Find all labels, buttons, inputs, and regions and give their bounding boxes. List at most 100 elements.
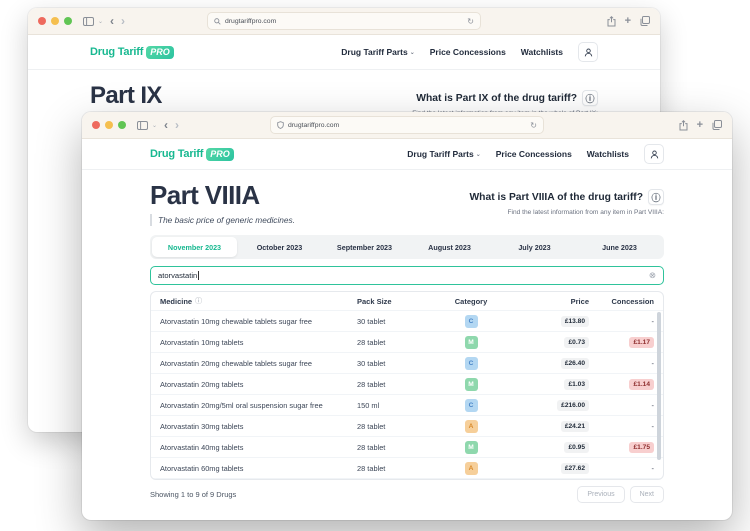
traffic-light[interactable] <box>38 17 46 25</box>
info-icon[interactable]: ⓘ <box>648 189 664 205</box>
price-cell: £216.00 <box>492 400 598 412</box>
chevron-down-icon[interactable]: ⌄ <box>98 18 103 25</box>
concession-cell: - <box>598 464 663 473</box>
traffic-light[interactable] <box>118 121 126 129</box>
user-account-button[interactable] <box>644 144 664 164</box>
concession-badge: £1.17 <box>629 337 654 349</box>
share-icon[interactable] <box>607 16 616 27</box>
table-row[interactable]: Atorvastatin 30mg tablets28 tabletA£24.2… <box>151 415 663 436</box>
forward-icon[interactable]: › <box>121 14 125 28</box>
sidebar-icon[interactable] <box>137 121 148 130</box>
url-bar[interactable]: drugtariffpro.com ↻ <box>207 12 481 30</box>
reload-icon[interactable]: ↻ <box>467 17 474 26</box>
table-header: Medicine ⓘ Pack Size Category Price Conc… <box>151 292 663 310</box>
category-cell: A <box>450 420 492 433</box>
back-icon[interactable]: ‹ <box>110 14 114 28</box>
tab-overview-icon[interactable] <box>640 16 650 26</box>
traffic-light[interactable] <box>51 17 59 25</box>
table-row[interactable]: Atorvastatin 10mg tablets28 tabletM£0.73… <box>151 331 663 352</box>
search-input[interactable]: atorvastatin ⊗ <box>150 266 664 285</box>
no-concession-dash: - <box>652 359 654 368</box>
info-icon[interactable]: ⓘ <box>582 90 598 106</box>
page-content: Part VIIIA The basic price of generic me… <box>82 170 732 503</box>
pack-size-cell: 150 ml <box>357 401 450 410</box>
chevron-down-icon[interactable]: ⌄ <box>152 122 157 129</box>
medicine-cell: Atorvastatin 10mg chewable tablets sugar… <box>151 317 357 326</box>
table-scrollbar[interactable] <box>657 312 661 460</box>
previous-button[interactable]: Previous <box>577 486 624 503</box>
category-cell: C <box>450 315 492 328</box>
info-icon[interactable]: ⓘ <box>195 296 202 306</box>
url-bar[interactable]: drugtariffpro.com ↻ <box>270 116 544 134</box>
category-cell: M <box>450 378 492 391</box>
concession-cell: £1.14 <box>598 379 663 391</box>
nav-watchlists[interactable]: Watchlists <box>587 149 629 159</box>
table-row[interactable]: Atorvastatin 60mg tablets28 tabletA£27.6… <box>151 457 663 478</box>
table-row[interactable]: Atorvastatin 20mg chewable tablets sugar… <box>151 352 663 373</box>
traffic-light[interactable] <box>92 121 100 129</box>
clear-search-icon[interactable]: ⊗ <box>649 270 656 281</box>
tab-november-2023[interactable]: November 2023 <box>152 237 237 257</box>
tab-june-2023[interactable]: June 2023 <box>577 237 662 257</box>
pack-size-cell: 28 tablet <box>357 443 450 452</box>
brand-logo[interactable]: Drug Tariff PRO <box>90 46 174 59</box>
app-navbar: Drug Tariff PRO Drug Tariff Parts ⌄ Pric… <box>28 35 660 70</box>
table-row[interactable]: Atorvastatin 80mg tablets28 tabletM£1.35… <box>151 478 663 480</box>
nav-drug-tariff-parts[interactable]: Drug Tariff Parts ⌄ <box>341 47 414 57</box>
pack-size-cell: 28 tablet <box>357 380 450 389</box>
price-badge: £27.62 <box>561 463 589 475</box>
text-caret <box>198 271 199 280</box>
traffic-lights[interactable] <box>38 17 72 25</box>
traffic-light[interactable] <box>64 17 72 25</box>
price-cell: £13.80 <box>492 316 598 328</box>
no-concession-dash: - <box>652 317 654 326</box>
share-icon[interactable] <box>679 120 688 131</box>
header-medicine: Medicine <box>160 297 192 306</box>
tab-october-2023[interactable]: October 2023 <box>237 237 322 257</box>
back-icon[interactable]: ‹ <box>164 118 168 132</box>
table-row[interactable]: Atorvastatin 10mg chewable tablets sugar… <box>151 310 663 331</box>
new-tab-icon[interactable]: + <box>697 119 703 131</box>
concession-cell: £1.75 <box>598 442 663 454</box>
nav-watchlists[interactable]: Watchlists <box>521 47 563 57</box>
price-cell: £0.73 <box>492 337 598 349</box>
browser-window-part-viiia: ⌄ ‹ › drugtariffpro.com ↻ + Drug Tariff … <box>82 112 732 520</box>
table-row[interactable]: Atorvastatin 20mg tablets28 tabletM£1.03… <box>151 373 663 394</box>
month-tabbar: November 2023October 2023September 2023A… <box>150 235 664 259</box>
traffic-light[interactable] <box>105 121 113 129</box>
category-badge: M <box>465 378 478 391</box>
category-cell: A <box>450 462 492 475</box>
table-row[interactable]: Atorvastatin 20mg/5ml oral suspension su… <box>151 394 663 415</box>
price-badge: £0.73 <box>564 337 589 349</box>
tab-august-2023[interactable]: August 2023 <box>407 237 492 257</box>
search-icon <box>214 18 221 25</box>
next-button[interactable]: Next <box>630 486 664 503</box>
category-badge: C <box>465 315 478 328</box>
reload-icon[interactable]: ↻ <box>530 121 537 130</box>
nav-price-concessions[interactable]: Price Concessions <box>430 47 506 57</box>
concession-cell: - <box>598 422 663 431</box>
table-row[interactable]: Atorvastatin 40mg tablets28 tabletM£0.95… <box>151 436 663 457</box>
pack-size-cell: 28 tablet <box>357 464 450 473</box>
price-badge: £216.00 <box>557 400 589 412</box>
medicines-table: Medicine ⓘ Pack Size Category Price Conc… <box>150 291 664 480</box>
forward-icon[interactable]: › <box>175 118 179 132</box>
nav-drug-tariff-parts[interactable]: Drug Tariff Parts ⌄ <box>407 149 480 159</box>
page-title: Part IX <box>90 83 356 108</box>
traffic-lights[interactable] <box>92 121 126 129</box>
new-tab-icon[interactable]: + <box>625 15 631 27</box>
tab-september-2023[interactable]: September 2023 <box>322 237 407 257</box>
tab-overview-icon[interactable] <box>712 120 722 130</box>
price-badge: £0.95 <box>564 442 589 454</box>
sidebar-icon[interactable] <box>83 17 94 26</box>
table-footer: Showing 1 to 9 of 9 Drugs Previous Next <box>150 486 664 503</box>
brand-logo[interactable]: Drug Tariff PRO <box>150 148 234 161</box>
user-account-button[interactable] <box>578 42 598 62</box>
category-cell: M <box>450 336 492 349</box>
url-text: drugtariffpro.com <box>225 18 276 25</box>
concession-cell: £1.17 <box>598 337 663 349</box>
nav-price-concessions[interactable]: Price Concessions <box>496 149 572 159</box>
tab-july-2023[interactable]: July 2023 <box>492 237 577 257</box>
search-value: atorvastatin <box>158 271 197 280</box>
category-badge: C <box>465 399 478 412</box>
